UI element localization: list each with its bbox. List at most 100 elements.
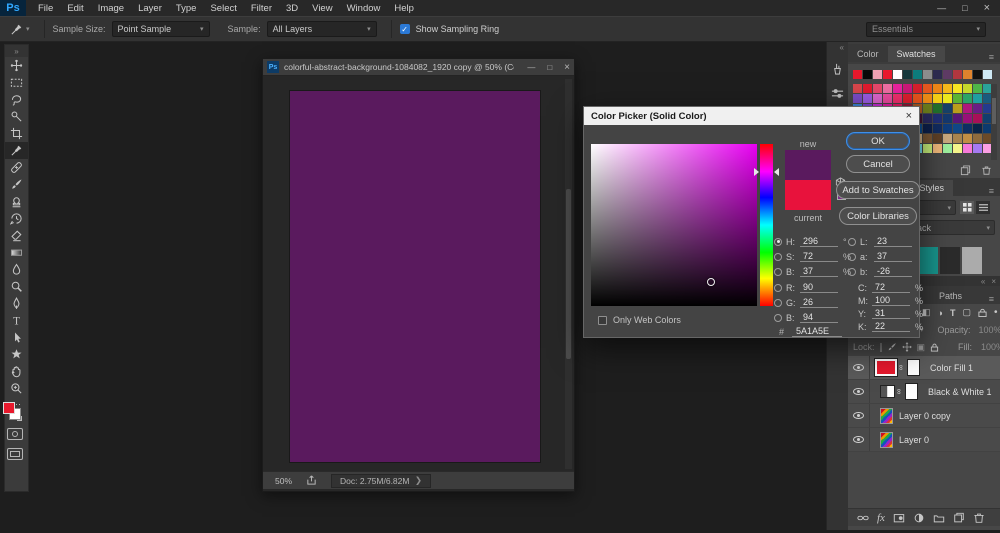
swatch[interactable] [933, 84, 942, 93]
swatch[interactable] [953, 104, 962, 113]
layer-visibility-toggle[interactable] [848, 380, 870, 403]
swatch[interactable] [963, 114, 972, 123]
swatch[interactable] [883, 84, 892, 93]
field-input[interactable]: 31 [872, 308, 910, 319]
lock-artboard-icon[interactable]: ▣ [917, 342, 926, 353]
swatch[interactable] [983, 70, 992, 79]
new-layer-icon[interactable] [953, 512, 965, 524]
field-input[interactable]: 37 [874, 251, 912, 262]
swatch[interactable] [953, 114, 962, 123]
swatch[interactable] [853, 70, 862, 79]
type-tool[interactable]: T [5, 312, 28, 329]
field-input[interactable]: 26 [800, 297, 838, 308]
swatch[interactable] [953, 124, 962, 133]
brushes-panel-icon[interactable] [831, 62, 844, 75]
layer-row[interactable]: ∞ Black & White 1 [848, 380, 1000, 404]
grid-view-icon[interactable] [960, 201, 974, 214]
swatch[interactable] [933, 144, 942, 153]
path-selection-tool[interactable] [5, 329, 28, 346]
tool-preset-button[interactable]: ▾ [4, 23, 36, 36]
quick-mask-icon[interactable] [7, 428, 23, 440]
swatch[interactable] [913, 70, 922, 79]
swatch[interactable] [973, 114, 982, 123]
swatch[interactable] [933, 114, 942, 123]
tool-presets-panel-icon[interactable] [831, 87, 844, 100]
swatch[interactable] [863, 94, 872, 103]
swatch[interactable] [963, 134, 972, 143]
fx-icon[interactable]: fx [877, 512, 885, 524]
swatch[interactable] [973, 70, 982, 79]
swatch[interactable] [923, 124, 932, 133]
menu-item-file[interactable]: File [38, 3, 53, 14]
custom-shape-tool[interactable] [5, 346, 28, 363]
swatch[interactable] [863, 84, 872, 93]
field-input[interactable]: 296 [800, 236, 838, 247]
swatch[interactable] [923, 84, 932, 93]
layer-row[interactable]: ∞ Color Fill 1 [848, 356, 1000, 380]
swatch[interactable] [973, 134, 982, 143]
swatch[interactable] [943, 114, 952, 123]
swatch[interactable] [973, 144, 982, 153]
adjustment-icon[interactable] [913, 512, 925, 524]
swatch[interactable] [873, 94, 882, 103]
filter-shape-icon[interactable]: ▢ [962, 307, 971, 318]
field-input[interactable]: 72 [872, 282, 910, 293]
layer-row[interactable]: Layer 0 copy [848, 404, 1000, 428]
menu-item-image[interactable]: Image [98, 3, 124, 14]
doc-close-icon[interactable]: × [564, 62, 570, 73]
brush-tool[interactable] [5, 176, 28, 193]
menu-item-type[interactable]: Type [176, 3, 197, 14]
layer-visibility-toggle[interactable] [848, 428, 870, 451]
only-web-colors-checkbox[interactable] [598, 315, 607, 325]
swatches-scrollbar[interactable] [991, 84, 997, 160]
clone-stamp-tool[interactable] [5, 193, 28, 210]
layer-mask-thumbnail[interactable] [905, 383, 918, 400]
radio-button[interactable] [848, 252, 856, 261]
swatch[interactable] [853, 94, 862, 103]
radio-button[interactable] [774, 298, 782, 307]
filter-pixel-icon[interactable]: ◧ [922, 307, 931, 318]
doc-minimize-icon[interactable]: — [527, 63, 535, 72]
blur-tool[interactable] [5, 261, 28, 278]
healing-brush-tool[interactable] [5, 159, 28, 176]
dodge-tool[interactable] [5, 278, 28, 295]
pen-tool[interactable] [5, 295, 28, 312]
swatch[interactable] [953, 94, 962, 103]
fill-value[interactable]: 100% [981, 342, 1000, 352]
field-input[interactable]: 94 [800, 312, 838, 323]
add-to-swatches-button[interactable]: Add to Swatches [836, 181, 920, 199]
radio-button[interactable] [848, 237, 856, 246]
color-libraries-button[interactable]: Color Libraries [839, 207, 917, 225]
current-color-swatch[interactable] [785, 180, 831, 210]
swatch[interactable] [963, 144, 972, 153]
swatch[interactable] [963, 124, 972, 133]
field-input[interactable]: 72 [800, 251, 838, 262]
swatch[interactable] [883, 70, 892, 79]
panel-menu-icon[interactable]: ≡ [989, 186, 995, 196]
vertical-scrollbar[interactable] [565, 79, 572, 469]
swatch[interactable] [903, 94, 912, 103]
canvas[interactable] [289, 90, 541, 463]
lock-all-icon[interactable] [930, 343, 939, 352]
swatch[interactable] [953, 84, 962, 93]
swatch[interactable] [943, 134, 952, 143]
quick-selection-tool[interactable] [5, 108, 28, 125]
swatch[interactable] [973, 84, 982, 93]
lock-position-icon[interactable] [901, 342, 912, 352]
swatch[interactable] [913, 94, 922, 103]
collapse-panel-icon[interactable]: « [981, 277, 985, 286]
swatch[interactable] [933, 94, 942, 103]
tool-panel-header[interactable]: » [5, 45, 28, 57]
swatch[interactable] [873, 70, 882, 79]
doc-maximize-icon[interactable]: □ [547, 63, 552, 72]
style-chip[interactable] [918, 247, 938, 274]
filter-adjustment-icon[interactable]: ◑ [938, 308, 943, 318]
hue-slider-right-arrow[interactable] [774, 168, 779, 176]
panel-menu-icon[interactable]: ≡ [989, 294, 995, 304]
sample-dropdown[interactable]: All Layers ▾ [266, 21, 377, 37]
maximize-icon[interactable]: □ [962, 3, 967, 13]
menu-item-layer[interactable]: Layer [138, 3, 162, 14]
swatch[interactable] [963, 84, 972, 93]
swatch[interactable] [863, 70, 872, 79]
swatch[interactable] [943, 70, 952, 79]
